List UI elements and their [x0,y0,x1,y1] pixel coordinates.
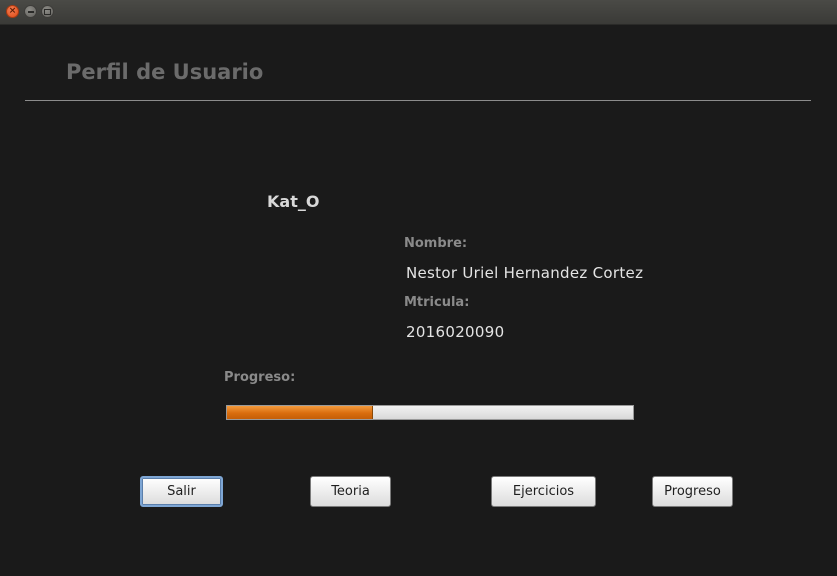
teoria-button[interactable]: Teoria [310,476,391,507]
name-label: Nombre: [404,236,468,251]
page-title: Perfil de Usuario [66,60,264,84]
maximize-icon[interactable] [41,5,54,18]
name-value: Nestor Uriel Hernandez Cortez [406,264,644,282]
matricula-label: Mtricula: [404,295,470,310]
ejercicios-button[interactable]: Ejercicios [491,476,596,507]
window-titlebar: × [0,0,837,25]
progress-bar [226,405,634,420]
close-icon[interactable]: × [6,5,19,18]
progreso-button[interactable]: Progreso [652,476,733,507]
username-label: Kat_O [267,192,320,211]
minimize-icon[interactable] [24,5,37,18]
salir-button[interactable]: Salir [140,476,223,507]
matricula-value: 2016020090 [406,323,505,341]
progress-bar-fill [227,406,374,419]
progress-label: Progreso: [224,370,296,385]
header-divider [25,100,811,101]
